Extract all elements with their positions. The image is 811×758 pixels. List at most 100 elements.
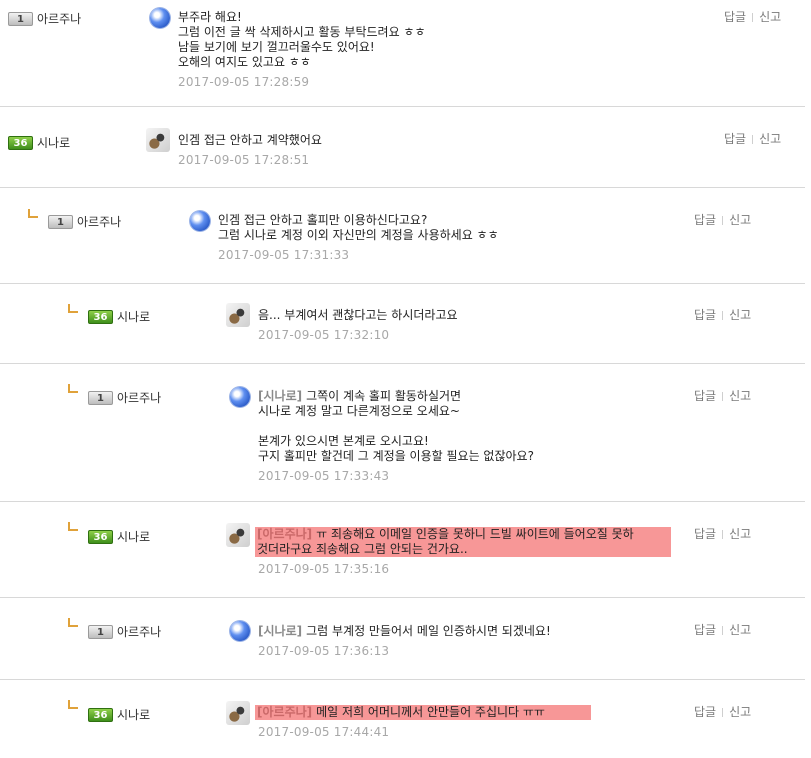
- comment-author[interactable]: 1 아르주나: [88, 389, 161, 406]
- mention-tag[interactable]: [아르주나]: [257, 705, 312, 719]
- report-button[interactable]: 신고: [729, 389, 751, 403]
- author-name[interactable]: 아르주나: [117, 623, 161, 640]
- highlighted-comment-text: [아르주나] 메일 저희 어머니께서 안만들어 주십니다 ㅠㅠ: [255, 705, 591, 720]
- mention-tag[interactable]: [아르주나]: [257, 527, 312, 541]
- reply-button[interactable]: 답글: [724, 132, 746, 146]
- report-button[interactable]: 신고: [729, 213, 751, 227]
- comment-author[interactable]: 1 아르주나: [8, 10, 81, 27]
- divider: [722, 530, 724, 539]
- highlighted-comment-text: [아르주나] ㅠ 죄송해요 이메일 인증을 못하니 드빌 싸이트에 들어오질 못하…: [255, 527, 671, 557]
- avatar: [228, 619, 252, 643]
- comment-actions: 답글 신고: [694, 387, 751, 404]
- reply-button[interactable]: 답글: [694, 308, 716, 322]
- comment-item: 1 아르주나 부주라 해요! 그럼 이전 글 싹 삭제하시고 활동 부탁드려요 …: [0, 0, 805, 107]
- comment-body: 인겜 접근 안하고 계약했어요 2017-09-05 17:28:51: [178, 133, 322, 167]
- report-button[interactable]: 신고: [729, 705, 751, 719]
- reply-arrow-icon: [68, 700, 78, 709]
- author-name[interactable]: 시나로: [117, 308, 150, 325]
- mention-tag[interactable]: [시나로]: [258, 624, 302, 638]
- avatar: [228, 385, 252, 409]
- reply-button[interactable]: 답글: [694, 527, 716, 541]
- comment-actions: 답글 신고: [694, 525, 751, 542]
- reply-arrow-icon: [68, 384, 78, 393]
- author-name[interactable]: 아르주나: [117, 389, 161, 406]
- comment-body: 음... 부계여서 괜찮다고는 하시더라고요 2017-09-05 17:32:…: [258, 308, 458, 342]
- avatar: [188, 209, 212, 233]
- comment-author[interactable]: 36 시나로: [88, 308, 150, 325]
- comment-author[interactable]: 36 시나로: [88, 706, 150, 723]
- divider: [722, 626, 724, 635]
- level-badge: 36: [8, 135, 33, 150]
- reply-button[interactable]: 답글: [694, 213, 716, 227]
- author-name[interactable]: 아르주나: [77, 213, 121, 230]
- comment-actions: 답글 신고: [694, 621, 751, 638]
- report-button[interactable]: 신고: [729, 527, 751, 541]
- divider: [722, 216, 724, 225]
- mention-tag[interactable]: [시나로]: [258, 389, 302, 403]
- avatar: [146, 128, 170, 152]
- avatar: [226, 303, 250, 327]
- comment-item: 36 시나로 인겜 접근 안하고 계약했어요 2017-09-05 17:28:…: [0, 107, 805, 188]
- comment-date: 2017-09-05 17:35:16: [258, 562, 390, 576]
- comment-body: [시나로] 그럼 부계정 만들어서 메일 인증하시면 되겠네요! 2017-09-…: [258, 624, 551, 658]
- divider: [752, 13, 754, 22]
- comment-text: 인겜 접근 안하고 홀피만 이용하신다고요? 그럼 시나로 계정 이외 자신만의…: [218, 213, 499, 242]
- level-badge: 1: [48, 214, 73, 229]
- comment-body: 부주라 해요! 그럼 이전 글 싹 삭제하시고 활동 부탁드려요 ㅎㅎ 남들 보…: [178, 10, 426, 89]
- comment-reply: 1 아르주나 [시나로] 그쪽이 계속 홀피 활동하실거면 시나로 계정 말고 다…: [0, 364, 805, 502]
- avatar: [226, 701, 250, 725]
- comment-author[interactable]: 1 아르주나: [88, 623, 161, 640]
- divider: [752, 135, 754, 144]
- report-button[interactable]: 신고: [729, 623, 751, 637]
- reply-arrow-icon: [28, 209, 38, 218]
- level-badge: 36: [88, 707, 113, 722]
- level-badge: 1: [88, 624, 113, 639]
- reply-button[interactable]: 답글: [694, 389, 716, 403]
- reply-button[interactable]: 답글: [724, 10, 746, 24]
- author-name[interactable]: 아르주나: [37, 10, 81, 27]
- comment-text: [시나로] 그럼 부계정 만들어서 메일 인증하시면 되겠네요!: [258, 624, 551, 638]
- comment-text: 음... 부계여서 괜찮다고는 하시더라고요: [258, 308, 458, 322]
- comment-body: [아르주나] ㅠ 죄송해요 이메일 인증을 못하니 드빌 싸이트에 들어오질 못하…: [255, 527, 671, 576]
- comment-author[interactable]: 36 시나로: [8, 134, 70, 151]
- author-name[interactable]: 시나로: [37, 134, 70, 151]
- author-name[interactable]: 시나로: [117, 528, 150, 545]
- report-button[interactable]: 신고: [729, 308, 751, 322]
- divider: [722, 392, 724, 401]
- comment-reply: 36 시나로 [아르주나] 메일 저희 어머니께서 안만들어 주십니다 ㅠㅠ 20…: [0, 680, 805, 758]
- comment-reply: 1 아르주나 인겜 접근 안하고 홀피만 이용하신다고요? 그럼 시나로 계정 …: [0, 188, 805, 284]
- comment-author[interactable]: 1 아르주나: [48, 213, 121, 230]
- level-badge: 36: [88, 309, 113, 324]
- avatar: [226, 523, 250, 547]
- report-button[interactable]: 신고: [759, 10, 781, 24]
- author-name[interactable]: 시나로: [117, 706, 150, 723]
- reply-arrow-icon: [68, 304, 78, 313]
- reply-arrow-icon: [68, 618, 78, 627]
- comment-date: 2017-09-05 17:28:59: [178, 75, 310, 89]
- comment-date: 2017-09-05 17:33:43: [258, 469, 390, 483]
- comment-date: 2017-09-05 17:44:41: [258, 725, 390, 739]
- avatar: [148, 6, 172, 30]
- level-badge: 1: [8, 11, 33, 26]
- comment-body: 인겜 접근 안하고 홀피만 이용하신다고요? 그럼 시나로 계정 이외 자신만의…: [218, 213, 499, 262]
- comment-text: 인겜 접근 안하고 계약했어요: [178, 133, 322, 147]
- comment-reply: 36 시나로 음... 부계여서 괜찮다고는 하시더라고요 2017-09-05…: [0, 284, 805, 364]
- divider: [722, 708, 724, 717]
- comment-body: [시나로] 그쪽이 계속 홀피 활동하실거면 시나로 계정 말고 다른계정으로 오…: [258, 389, 534, 483]
- comment-text: [시나로] 그쪽이 계속 홀피 활동하실거면 시나로 계정 말고 다른계정으로 오…: [258, 389, 534, 463]
- comment-reply: 1 아르주나 [시나로] 그럼 부계정 만들어서 메일 인증하시면 되겠네요! 2…: [0, 598, 805, 680]
- comment-date: 2017-09-05 17:36:13: [258, 644, 390, 658]
- comment-actions: 답글 신고: [694, 211, 751, 228]
- comment-author[interactable]: 36 시나로: [88, 528, 150, 545]
- comment-reply: 36 시나로 [아르주나] ㅠ 죄송해요 이메일 인증을 못하니 드빌 싸이트에 …: [0, 502, 805, 598]
- reply-arrow-icon: [68, 522, 78, 531]
- comment-text: 부주라 해요! 그럼 이전 글 싹 삭제하시고 활동 부탁드려요 ㅎㅎ 남들 보…: [178, 10, 426, 69]
- report-button[interactable]: 신고: [759, 132, 781, 146]
- comment-date: 2017-09-05 17:32:10: [258, 328, 390, 342]
- comment-date: 2017-09-05 17:28:51: [178, 153, 310, 167]
- comment-actions: 답글 신고: [724, 8, 781, 25]
- level-badge: 1: [88, 390, 113, 405]
- reply-button[interactable]: 답글: [694, 705, 716, 719]
- comment-actions: 답글 신고: [694, 703, 751, 720]
- reply-button[interactable]: 답글: [694, 623, 716, 637]
